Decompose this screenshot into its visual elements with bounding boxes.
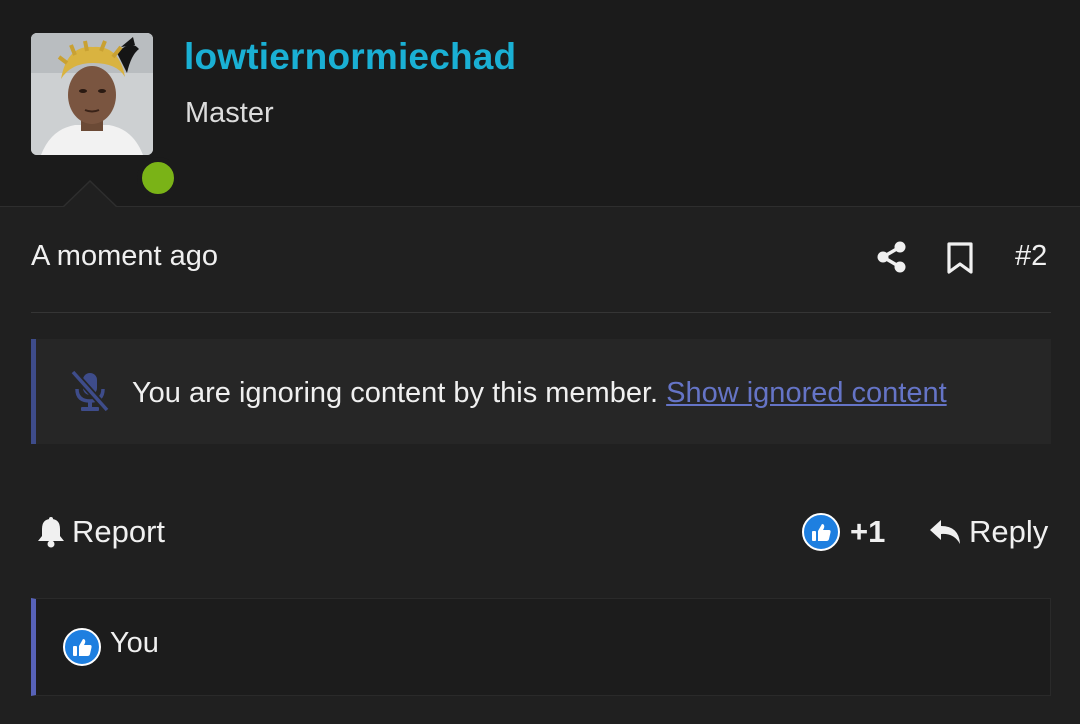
like-icon	[802, 513, 840, 551]
reply-button[interactable]: Reply	[928, 512, 1048, 552]
report-label: Report	[72, 514, 166, 549]
show-ignored-content-link[interactable]: Show ignored content	[666, 377, 947, 409]
like-icon	[63, 628, 101, 666]
username-link[interactable]: lowtiernormiechad	[184, 36, 516, 78]
bookmark-icon[interactable]	[945, 241, 975, 275]
divider	[31, 312, 1051, 313]
reactions-bar: You	[31, 598, 1051, 696]
user-header: lowtiernormiechad Master	[0, 0, 1080, 207]
mute-icon	[70, 369, 110, 413]
ignored-content-notice: You are ignoring content by this member.…	[31, 339, 1051, 444]
notice-text-line: You are ignoring content by this member.…	[132, 377, 947, 410]
reply-icon	[928, 518, 962, 546]
reaction-user-link[interactable]: You	[110, 627, 159, 660]
like-count: +1	[850, 514, 886, 549]
notice-text: You are ignoring content by this member.	[132, 377, 659, 409]
reply-label: Reply	[969, 514, 1049, 549]
share-icon[interactable]	[876, 241, 908, 273]
online-status-indicator	[137, 157, 179, 199]
bell-icon	[36, 516, 66, 548]
like-button[interactable]: +1	[802, 512, 885, 552]
post-number-link[interactable]: #2	[1015, 240, 1047, 273]
post-timestamp[interactable]: A moment ago	[31, 240, 218, 273]
user-title: Master	[185, 97, 274, 129]
post-container: lowtiernormiechad Master A moment ago #2	[0, 0, 1080, 724]
header-pointer-inner	[63, 182, 117, 208]
avatar[interactable]	[31, 33, 153, 155]
avatar-container[interactable]	[31, 33, 179, 199]
report-button[interactable]: Report	[36, 512, 165, 552]
